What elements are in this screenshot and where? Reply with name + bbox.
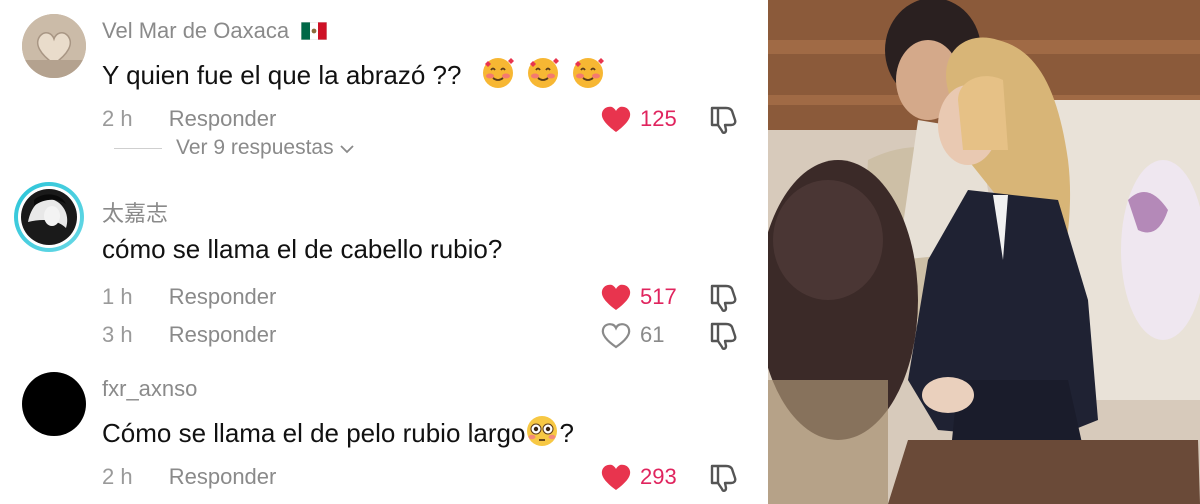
username-text: Vel Mar de Oaxaca: [102, 18, 290, 43]
smiling-face-with-hearts-icon: [481, 56, 515, 90]
comment-text-suffix: ?: [559, 418, 574, 448]
comments-panel: Vel Mar de Oaxaca Y quien fue el que la …: [0, 0, 768, 504]
heart-filled-icon: [601, 106, 631, 132]
like-button[interactable]: 517: [600, 280, 677, 314]
like-button[interactable]: 61: [600, 318, 664, 352]
thumbs-down-icon: [710, 322, 737, 350]
comment-meta: 2 h Responder: [102, 464, 276, 490]
comment-meta: 3 h Responder: [102, 322, 276, 348]
like-count: 61: [640, 322, 665, 347]
smiling-face-with-hearts-icon: [526, 56, 560, 90]
comment-text-content: Y quien fue el que la abrazó ??: [102, 60, 462, 90]
mexico-flag-icon: [300, 20, 328, 41]
view-replies-button[interactable]: Ver 9 respuestas: [100, 136, 354, 160]
dislike-button[interactable]: [708, 102, 742, 136]
comment-username[interactable]: Vel Mar de Oaxaca: [102, 18, 328, 44]
comment-item: Vel Mar de Oaxaca Y quien fue el que la …: [0, 0, 768, 170]
comment-text: cómo se llama el de cabello rubio?: [102, 234, 503, 264]
like-count: 293: [640, 464, 677, 489]
comment-text-content: Cómo se llama el de pelo rubio largo: [102, 418, 526, 448]
comment-time: 3 h: [102, 322, 133, 347]
thumbs-down-icon: [710, 464, 737, 492]
comment-item: 3 h Responder 61: [0, 310, 768, 360]
comment-text: Cómo se llama el de pelo rubio largo ?: [102, 414, 574, 449]
attached-photo: [768, 0, 1200, 504]
view-replies-label: Ver 9 respuestas: [176, 136, 334, 159]
thumbs-down-icon: [710, 284, 737, 312]
reply-button[interactable]: Responder: [169, 284, 277, 309]
heart-outline-icon: [601, 323, 631, 349]
comment-meta: 1 h Responder: [102, 284, 276, 310]
avatar[interactable]: [22, 14, 86, 78]
smiling-face-with-hearts-icon: [571, 56, 605, 90]
chevron-down-icon: [339, 136, 354, 160]
like-count: 517: [640, 284, 677, 309]
like-count: 125: [640, 106, 677, 131]
flushed-face-icon: [525, 414, 559, 448]
dislike-button[interactable]: [708, 280, 742, 314]
like-button[interactable]: 125: [600, 102, 677, 136]
comment-time: 2 h: [102, 106, 133, 131]
comment-item: fxr_axnso Cómo se llama el de pelo rubio…: [0, 362, 768, 504]
avatar[interactable]: [14, 182, 84, 252]
reply-button[interactable]: Responder: [169, 464, 277, 489]
divider-line: [114, 147, 162, 149]
dislike-button[interactable]: [708, 460, 742, 494]
avatar[interactable]: [22, 372, 86, 436]
dislike-button[interactable]: [708, 318, 742, 352]
comment-username[interactable]: 太嘉志: [102, 196, 168, 228]
comment-meta: 2 h Responder: [102, 106, 276, 132]
heart-filled-icon: [601, 284, 631, 310]
comment-time: 2 h: [102, 464, 133, 489]
thumbs-down-icon: [710, 106, 737, 134]
reply-button[interactable]: Responder: [169, 106, 277, 131]
comment-item: 太嘉志 cómo se llama el de cabello rubio? 1…: [0, 170, 768, 312]
reply-button[interactable]: Responder: [169, 322, 277, 347]
comment-text: Y quien fue el que la abrazó ??: [102, 56, 605, 91]
comment-time: 1 h: [102, 284, 133, 309]
heart-filled-icon: [601, 464, 631, 490]
like-button[interactable]: 293: [600, 460, 677, 494]
comment-username[interactable]: fxr_axnso: [102, 376, 197, 402]
